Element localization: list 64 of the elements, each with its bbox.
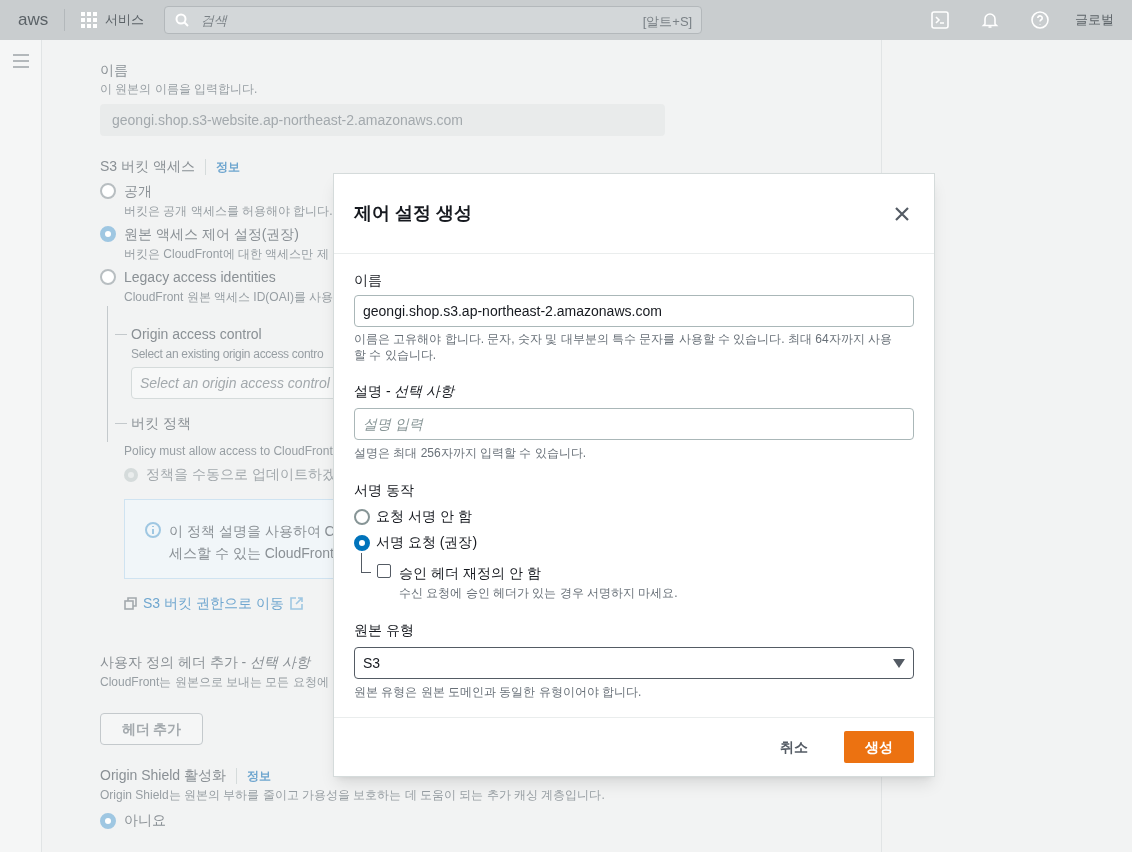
- radio-label: 아니요: [124, 811, 166, 830]
- create-button[interactable]: 생성: [844, 731, 914, 763]
- add-header-button[interactable]: 헤더 추가: [100, 713, 203, 745]
- services-menu[interactable]: 서비스: [105, 10, 145, 30]
- field-hint: CloudFront는 원본으로 보내는 모든 요청에: [100, 674, 329, 691]
- grid-icon[interactable]: [81, 12, 98, 28]
- bucket-permissions-link[interactable]: S3 버킷 권한으로 이동: [143, 593, 284, 614]
- radio-label: 요청 서명 안 함: [376, 507, 472, 526]
- tree-line: [361, 553, 371, 573]
- section-label: Origin Shield 활성화: [100, 766, 227, 785]
- field-label: 이름: [354, 271, 382, 290]
- search-icon: [175, 13, 190, 27]
- name-field[interactable]: geongi.shop.s3.ap-northeast-2.amazonaws.com: [354, 295, 914, 327]
- bell-icon[interactable]: [981, 11, 999, 29]
- radio-button[interactable]: [100, 269, 116, 285]
- field-label: 이름: [100, 61, 128, 80]
- radio-label: 원본 액세스 제어 설정(권장): [124, 225, 299, 244]
- shortcut-hint: [알트+S]: [642, 13, 693, 31]
- cancel-button[interactable]: 취소: [760, 731, 828, 763]
- radio-label: 서명 요청 (권장): [376, 533, 478, 552]
- radio-description: 버킷은 CloudFront에 대한 액세스만 제: [124, 246, 329, 263]
- section-label: 사용자 정의 헤더 추가 - 선택 사항: [100, 653, 310, 672]
- field-hint: Policy must allow access to CloudFront: [124, 443, 333, 460]
- logo[interactable]: aws: [18, 11, 49, 29]
- alert-message: 이 정책 설명을 사용하여 C 세스할 수 있는 CloudFront: [169, 522, 335, 563]
- dialog-title: 제어 설정 생성: [354, 202, 472, 225]
- radio-button[interactable]: [354, 534, 370, 551]
- field-hint: Select an existing origin access contro: [131, 346, 324, 363]
- field-label: 원본 유형: [354, 621, 414, 640]
- checkbox[interactable]: [377, 564, 391, 578]
- field-label: 서명 동작: [354, 481, 414, 500]
- caret-icon: [893, 658, 905, 668]
- radio-label: 정책을 수동으로 업데이트하겠: [146, 465, 336, 484]
- checkbox-description: 수신 요청에 승인 헤더가 있는 경우 서명하지 마세요.: [399, 585, 678, 602]
- radio-label: 공개: [124, 182, 152, 201]
- region-menu[interactable]: 글로벌: [1075, 10, 1114, 30]
- field-hint: 이 원본의 이름을 입력합니다.: [100, 81, 258, 98]
- info-link[interactable]: 정보: [215, 157, 240, 176]
- radio-description: CloudFront 원본 액세스 ID(OAI)를 사용: [124, 289, 334, 306]
- radio-button[interactable]: [100, 183, 116, 199]
- terminal-icon[interactable]: [931, 11, 949, 29]
- name-field[interactable]: geongi.shop.s3-website.ap-northeast-2.amazonaws.com: [100, 104, 665, 136]
- field-hint: Origin Shield는 원본의 부하를 줄이고 가용성을 보호하는 데 도움이 되는 추가 캐싱 계층입니다.: [100, 787, 605, 804]
- field-label: Origin access control: [131, 325, 262, 344]
- origin-type-select[interactable]: S3: [354, 647, 914, 679]
- external-link-icon: [289, 597, 303, 610]
- info-icon: [145, 522, 161, 538]
- section-label: S3 버킷 액세스: [100, 157, 195, 176]
- field-hint: 원본 유형은 원본 도메인과 동일한 유형이어야 합니다.: [354, 684, 642, 701]
- radio-button[interactable]: [100, 226, 116, 242]
- radio-button[interactable]: [354, 508, 370, 525]
- info-link[interactable]: 정보: [247, 766, 272, 785]
- field-label: 버킷 정책: [131, 414, 191, 433]
- field-hint: 설명은 최대 256자까지 입력할 수 있습니다.: [354, 445, 587, 462]
- radio-description: 버킷은 공개 액세스를 허용해야 합니다.: [124, 203, 333, 220]
- field-hint: 이름은 고유해야 합니다. 문자, 숫자 및 대부분의 특수 문자를 사용할 수 있습니다. 최대 64자까지 사용할 수 있습니다.: [354, 331, 894, 363]
- help-icon[interactable]: [1031, 11, 1049, 29]
- menu-icon[interactable]: [12, 54, 29, 68]
- copy-icon: [124, 597, 137, 610]
- checkbox-label: 승인 헤더 재정의 안 함: [399, 564, 541, 583]
- radio-label: Legacy access identities: [124, 268, 276, 287]
- description-field[interactable]: 설명 입력: [354, 408, 914, 440]
- close-icon: [895, 206, 909, 221]
- radio-button[interactable]: [100, 812, 116, 829]
